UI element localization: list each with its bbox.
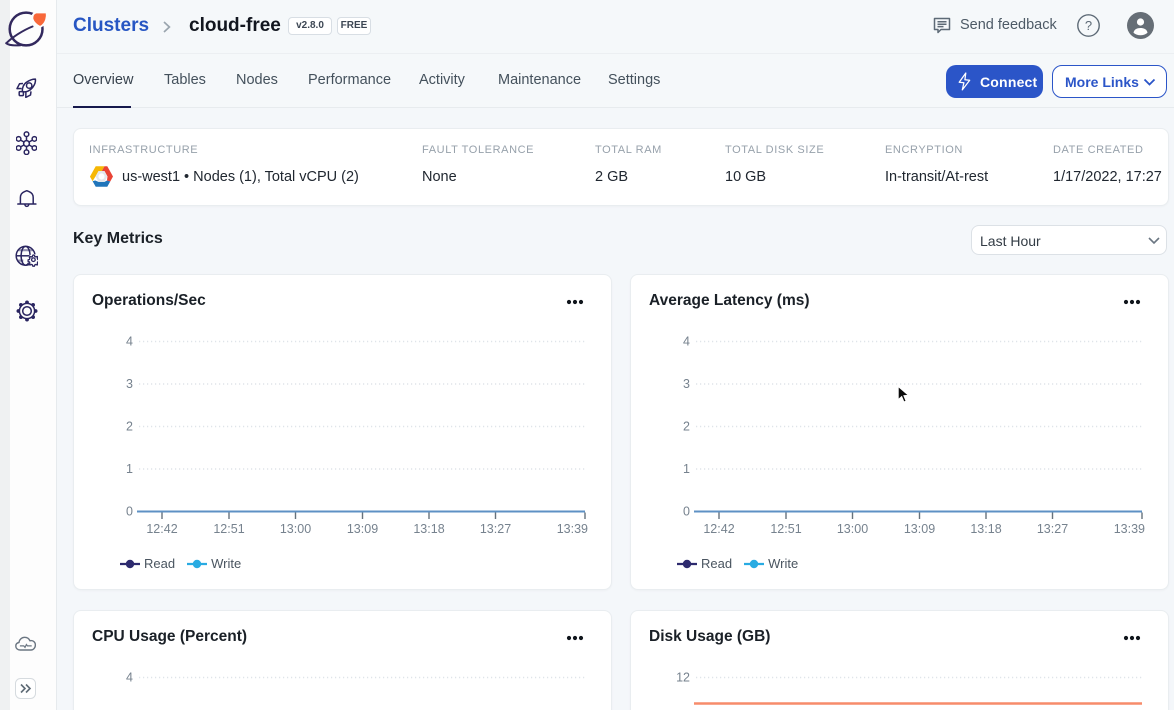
svg-text:12:51: 12:51 [770, 522, 801, 536]
svg-text:1: 1 [683, 462, 690, 476]
svg-text:13:18: 13:18 [970, 522, 1001, 536]
svg-text:1: 1 [126, 462, 133, 476]
svg-text:2: 2 [126, 420, 133, 434]
svg-text:2: 2 [683, 420, 690, 434]
svg-text:13:00: 13:00 [280, 522, 311, 536]
svg-text:0: 0 [126, 505, 133, 519]
svg-text:4: 4 [126, 671, 133, 685]
svg-text:3: 3 [126, 377, 133, 391]
svg-text:13:09: 13:09 [904, 522, 935, 536]
svg-text:13:39: 13:39 [1114, 522, 1145, 536]
svg-text:13:27: 13:27 [480, 522, 511, 536]
svg-text:12:51: 12:51 [213, 522, 244, 536]
svg-text:?: ? [1085, 18, 1092, 33]
svg-text:4: 4 [683, 335, 690, 349]
svg-text:0: 0 [683, 505, 690, 519]
svg-text:12:42: 12:42 [703, 522, 734, 536]
svg-text:13:00: 13:00 [837, 522, 868, 536]
svg-text:3: 3 [683, 377, 690, 391]
svg-text:13:27: 13:27 [1037, 522, 1068, 536]
svg-text:12: 12 [676, 671, 690, 685]
svg-text:13:39: 13:39 [557, 522, 588, 536]
svg-text:13:18: 13:18 [413, 522, 444, 536]
svg-text:4: 4 [126, 335, 133, 349]
svg-text:13:09: 13:09 [347, 522, 378, 536]
svg-text:12:42: 12:42 [146, 522, 177, 536]
